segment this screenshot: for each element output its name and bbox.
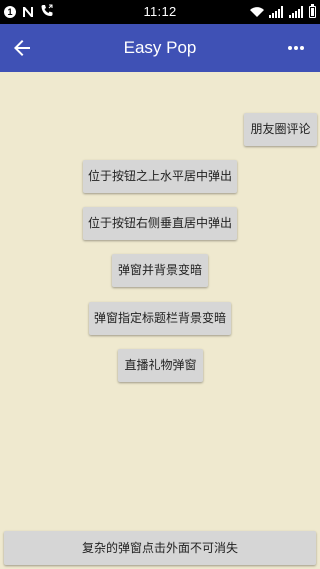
popup-right-center-button[interactable]: 位于按钮右侧垂直居中弹出 xyxy=(83,207,237,240)
app-title: Easy Pop xyxy=(123,38,197,57)
live-gift-popup-button[interactable]: 直播礼物弹窗 xyxy=(118,349,203,382)
battery-icon xyxy=(309,4,316,18)
signal-icon-1 xyxy=(269,3,285,22)
moments-comment-button[interactable]: 朋友圈评论 xyxy=(244,113,317,146)
wifi-icon xyxy=(249,3,265,22)
status-right-icons xyxy=(249,4,316,20)
popup-above-center-button[interactable]: 位于按钮之上水平居中弹出 xyxy=(83,160,237,193)
popup-dim-below-title-button[interactable]: 弹窗指定标题栏背景变暗 xyxy=(89,302,231,335)
app-bar: Easy Pop xyxy=(0,24,320,72)
complex-popup-button[interactable]: 复杂的弹窗点击外面不可消失 xyxy=(4,531,316,565)
more-options-icon[interactable] xyxy=(284,36,308,60)
popup-dim-background-button[interactable]: 弹窗并背景变暗 xyxy=(112,254,208,287)
signal-icon-2 xyxy=(289,3,305,22)
status-bar: 1 11:12 xyxy=(0,0,320,24)
